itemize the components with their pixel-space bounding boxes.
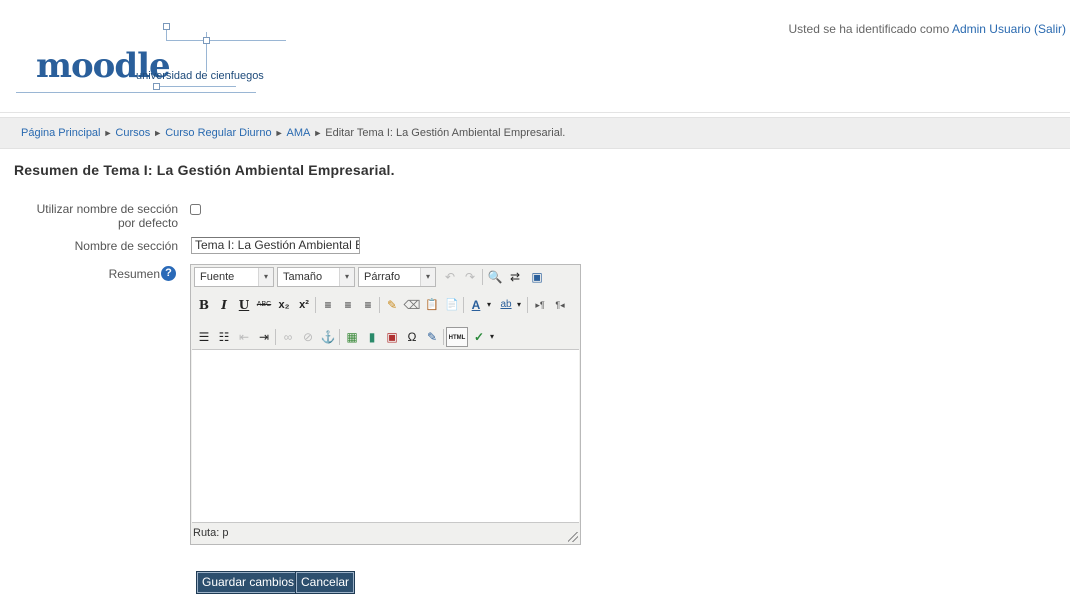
logo-circuit-line	[166, 40, 286, 41]
bullet-list-icon[interactable]: ☰	[194, 327, 214, 347]
default-name-checkbox[interactable]	[190, 204, 201, 215]
ltr-icon[interactable]: ▸¶	[530, 295, 550, 315]
breadcrumb-separator: ►	[103, 128, 113, 138]
unlink-icon[interactable]: ⊘	[298, 327, 318, 347]
font-family-value: Fuente	[200, 271, 235, 283]
link-icon[interactable]: ∞	[278, 327, 298, 347]
remove-format-icon[interactable]: ⌫	[402, 295, 422, 315]
replace-icon[interactable]: ⇄	[505, 267, 525, 287]
toolbar-separator	[379, 297, 380, 313]
summary-label: Resumen	[108, 267, 160, 281]
breadcrumb-separator: ►	[313, 128, 323, 138]
toolbar-separator	[275, 329, 276, 345]
logo-circuit-line	[16, 92, 256, 93]
edit-icon[interactable]: ✎	[422, 327, 442, 347]
default-name-label: Utilizar nombre de sección por defecto	[36, 202, 178, 230]
underline-icon[interactable]: U	[234, 295, 254, 315]
special-char-icon[interactable]: Ω	[402, 327, 422, 347]
chevron-down-icon[interactable]: ▾	[514, 295, 524, 315]
help-icon[interactable]: ?	[161, 266, 176, 281]
spellcheck-icon[interactable]: ✓	[469, 327, 489, 347]
editor-content-area[interactable]	[192, 349, 579, 523]
chevron-down-icon: ▾	[258, 268, 273, 286]
italic-icon[interactable]: I	[214, 295, 234, 315]
align-left-icon[interactable]: ≡	[318, 295, 338, 315]
breadcrumb-home[interactable]: Página Principal	[21, 127, 101, 139]
font-family-select[interactable]: Fuente ▾	[194, 267, 274, 287]
navbar: Página Principal ► Cursos ► Curso Regular Di…	[0, 117, 1070, 149]
image-icon[interactable]: ▦	[342, 327, 362, 347]
toolbar-separator	[339, 329, 340, 345]
chevron-down-icon[interactable]: ▾	[487, 327, 497, 347]
editor-status-path: Ruta: p	[193, 527, 229, 539]
undo-icon[interactable]: ↶	[440, 267, 460, 287]
resize-handle-icon[interactable]	[568, 532, 578, 542]
login-info: Usted se ha identificado como Admin Usua…	[789, 22, 1066, 36]
login-prefix: Usted se ha identificado como	[788, 22, 952, 36]
format-select[interactable]: Párrafo ▾	[358, 267, 436, 287]
logout-link[interactable]: (Salir)	[1034, 22, 1066, 36]
align-right-icon[interactable]: ≡	[358, 295, 378, 315]
chevron-down-icon: ▾	[339, 268, 354, 286]
paste-word-icon[interactable]: 📄	[442, 295, 462, 315]
chevron-down-icon: ▾	[420, 268, 435, 286]
anchor-icon[interactable]: ⚓	[318, 327, 338, 347]
moodle-media-icon[interactable]: ▣	[382, 327, 402, 347]
cancel-button[interactable]: Cancelar	[294, 571, 356, 594]
numbered-list-icon[interactable]: ☷	[214, 327, 234, 347]
breadcrumb-course[interactable]: AMA	[287, 127, 311, 139]
breadcrumb-category[interactable]: Curso Regular Diurno	[165, 127, 271, 139]
breadcrumb-separator: ►	[153, 128, 163, 138]
strikethrough-icon[interactable]: ABC	[254, 295, 274, 315]
font-size-select[interactable]: Tamaño ▾	[277, 267, 355, 287]
font-size-value: Tamaño	[283, 271, 323, 283]
find-icon[interactable]: 🔍	[485, 267, 505, 287]
redo-icon[interactable]: ↷	[460, 267, 480, 287]
outdent-icon[interactable]: ⇤	[234, 327, 254, 347]
indent-icon[interactable]: ⇥	[254, 327, 274, 347]
toolbar-separator	[463, 297, 464, 313]
rich-text-editor: Fuente ▾ Tamaño ▾ Párrafo ▾ ↶ ↷ 🔍 ⇄ ▣ B I U…	[190, 264, 581, 545]
logo-subtitle: universidad de cienfuegos	[136, 70, 264, 82]
logo-circuit-line	[156, 86, 236, 87]
format-value: Párrafo	[364, 271, 401, 283]
logo-circuit-node	[163, 23, 170, 30]
user-profile-link[interactable]: Admin Usuario	[952, 22, 1031, 36]
breadcrumb-separator: ►	[274, 128, 284, 138]
cleanup-icon[interactable]: ✎	[382, 295, 402, 315]
subscript-icon[interactable]: x₂	[274, 295, 294, 315]
breadcrumb-courses[interactable]: Cursos	[115, 127, 150, 139]
save-button[interactable]: Guardar cambios	[195, 571, 301, 594]
toolbar-separator	[315, 297, 316, 313]
fullscreen-icon[interactable]: ▣	[527, 267, 547, 287]
superscript-icon[interactable]: x²	[294, 295, 314, 315]
highlight-color-icon[interactable]: ab	[496, 295, 516, 315]
site-logo[interactable]: moodle universidad de cienfuegos	[16, 22, 316, 104]
section-name-label: Nombre de sección	[74, 239, 178, 253]
text-color-icon[interactable]: A	[466, 295, 486, 315]
section-name-input[interactable]: Tema I: La Gestión Ambiental Er	[191, 237, 360, 254]
media-icon[interactable]: ▮	[362, 327, 382, 347]
page-title: Resumen de Tema I: La Gestión Ambiental …	[14, 162, 395, 178]
breadcrumb: Página Principal ► Cursos ► Curso Regular Di…	[21, 127, 565, 139]
toolbar-separator	[443, 329, 444, 345]
toolbar-separator	[482, 269, 483, 285]
paste-text-icon[interactable]: 📋	[422, 295, 442, 315]
rtl-icon[interactable]: ¶◂	[550, 295, 570, 315]
breadcrumb-current: Editar Tema I: La Gestión Ambiental Empr…	[325, 127, 566, 139]
html-source-icon[interactable]: HTML	[446, 327, 468, 347]
page-header: moodle universidad de cienfuegos Usted s…	[0, 0, 1070, 113]
toolbar-separator	[527, 297, 528, 313]
chevron-down-icon[interactable]: ▾	[484, 295, 494, 315]
bold-icon[interactable]: B	[194, 295, 214, 315]
align-center-icon[interactable]: ≡	[338, 295, 358, 315]
logo-circuit-node	[203, 37, 210, 44]
